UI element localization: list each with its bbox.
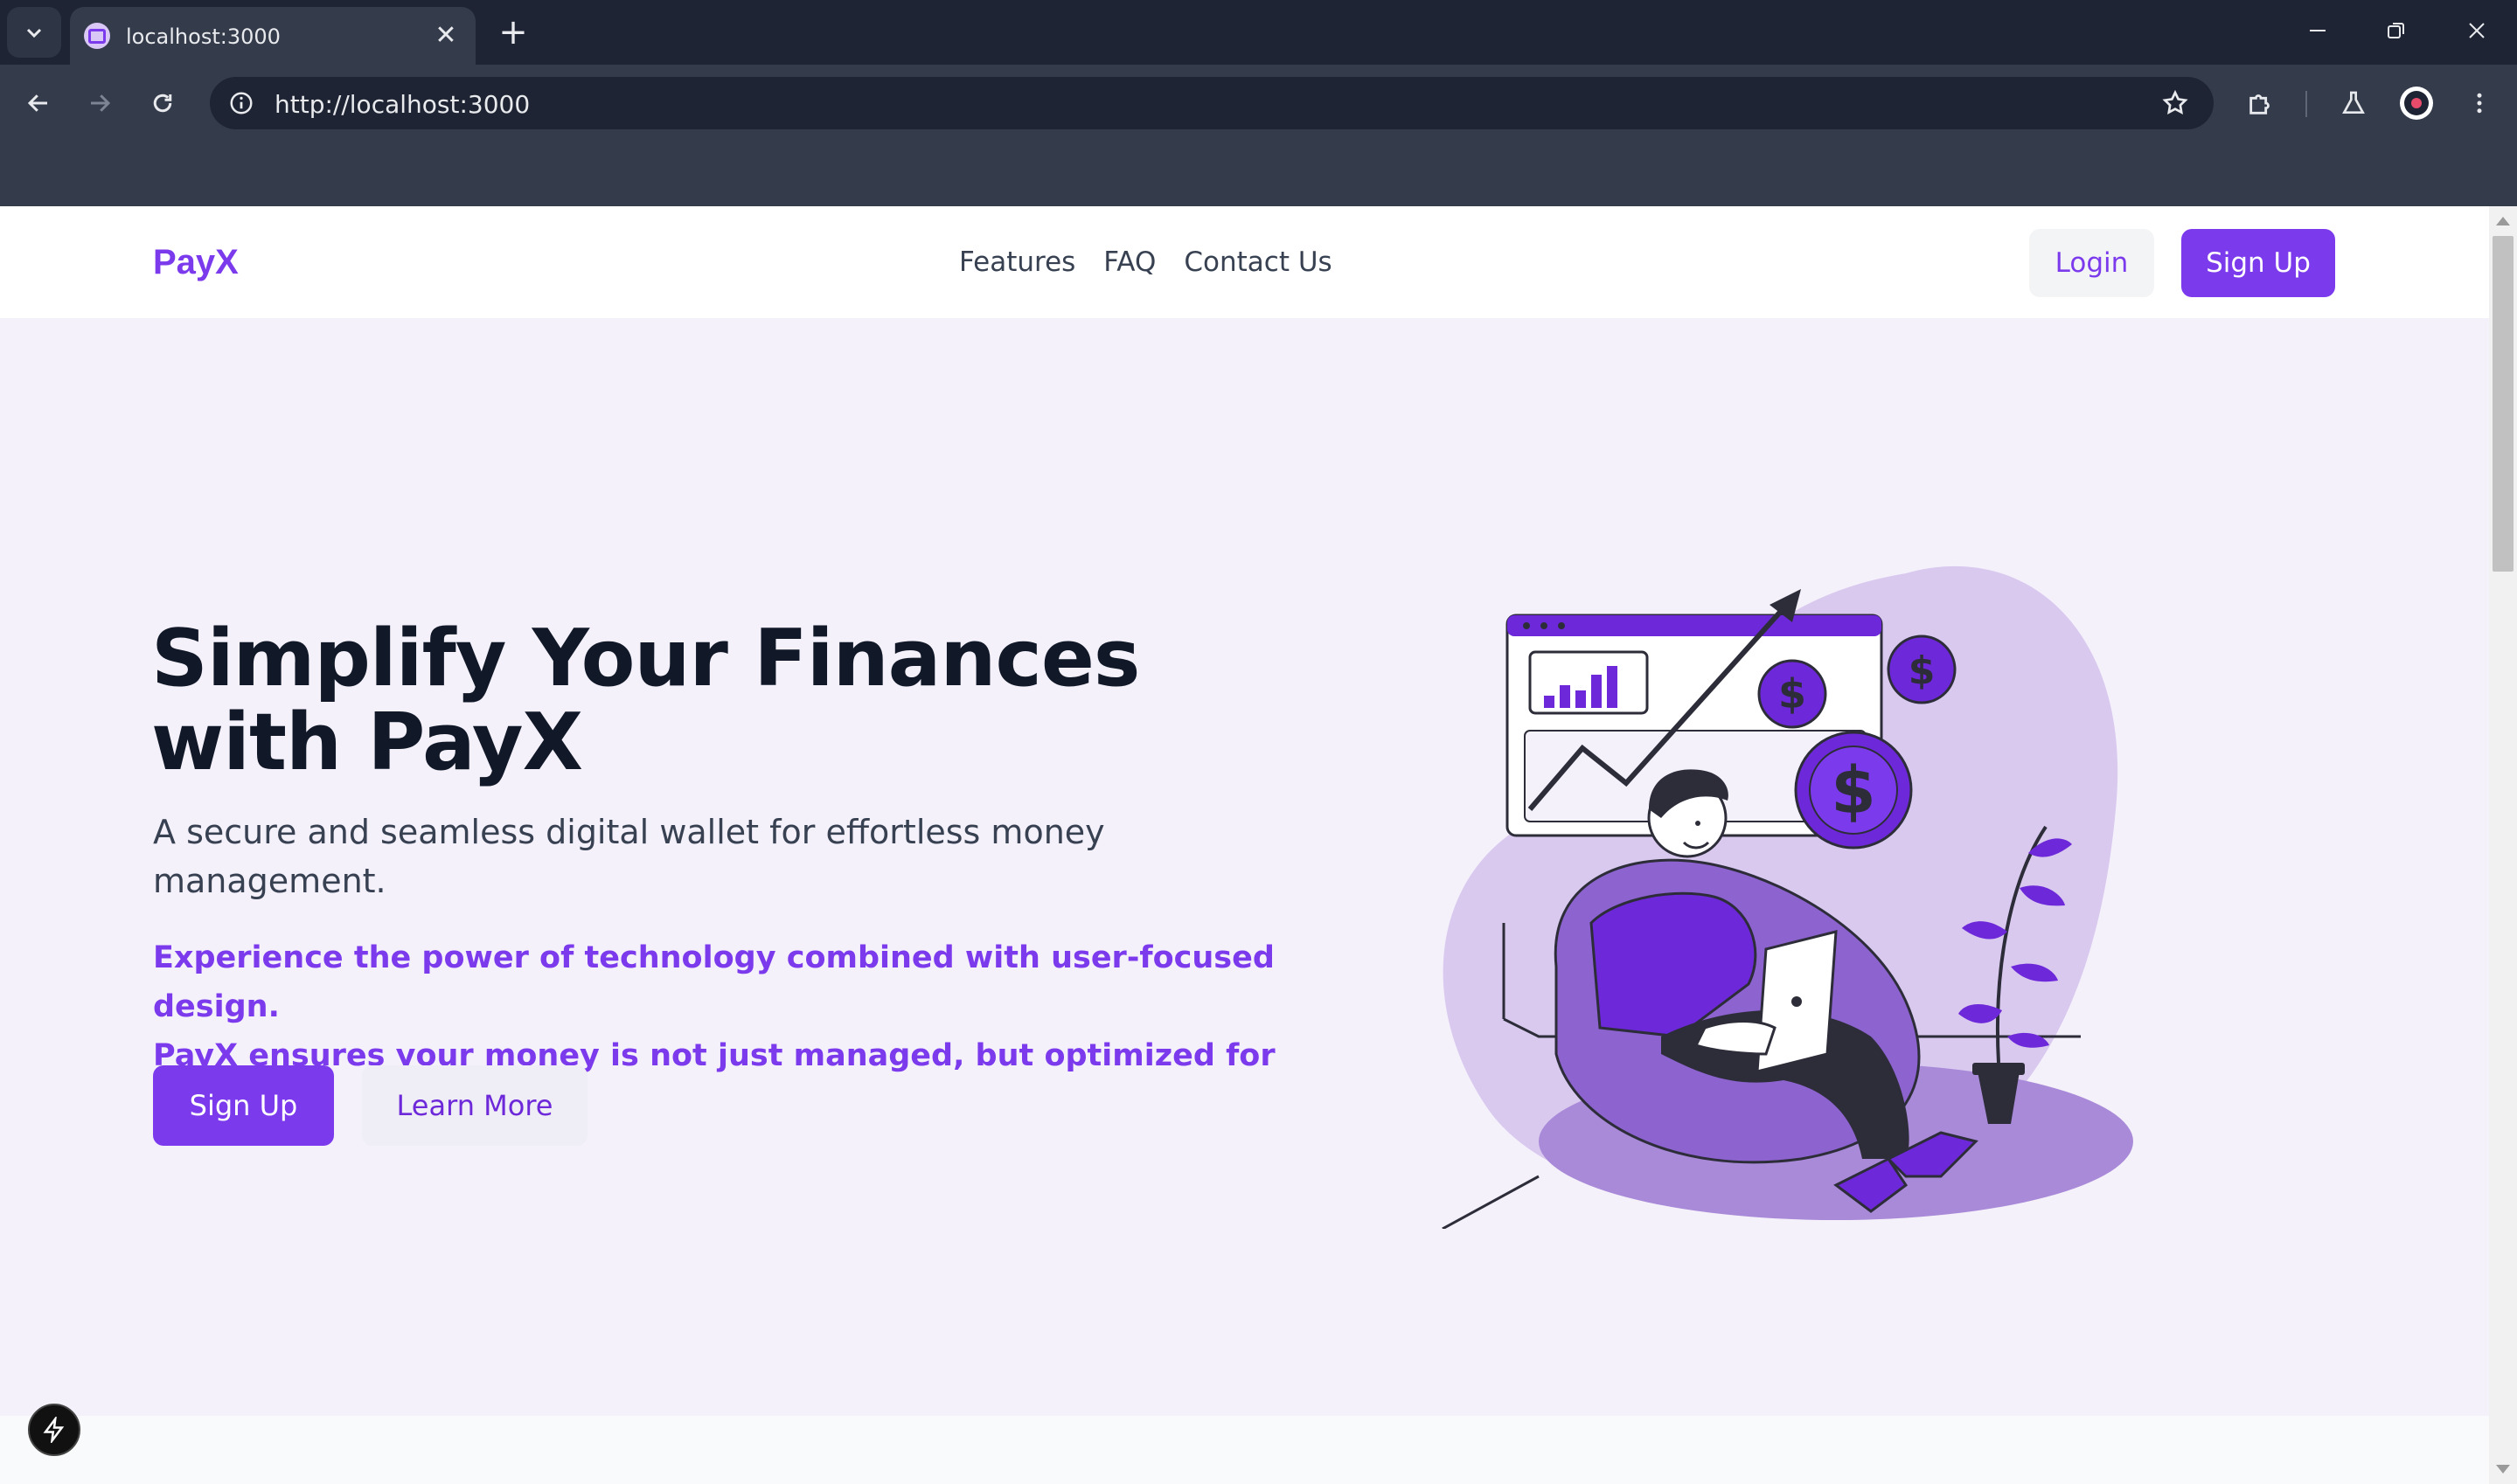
back-arrow-icon bbox=[27, 94, 47, 112]
hero-title-line2: with PayX bbox=[151, 697, 583, 788]
site-logo[interactable]: PayX bbox=[153, 243, 239, 282]
nav-link-contact[interactable]: Contact Us bbox=[1184, 246, 1332, 278]
lightning-icon bbox=[43, 1417, 65, 1443]
url-text[interactable]: http://localhost:3000 bbox=[275, 90, 530, 119]
toolbar-divider bbox=[2305, 91, 2307, 117]
close-icon bbox=[2469, 23, 2485, 38]
restore-icon bbox=[2388, 23, 2404, 38]
header-signup-button[interactable]: Sign Up bbox=[2181, 229, 2335, 297]
close-window-button[interactable] bbox=[2446, 7, 2507, 54]
tab-title: localhost:3000 bbox=[126, 24, 281, 49]
minimize-button[interactable] bbox=[2287, 7, 2348, 54]
browser-chrome: localhost:3000 ✕ + http://localhost:3000 bbox=[0, 0, 2517, 206]
hero-description-line1: Experience the power of technology combi… bbox=[153, 940, 1275, 1024]
tab-strip: localhost:3000 ✕ + bbox=[0, 0, 2517, 65]
coin-small: $ bbox=[1887, 635, 1957, 704]
new-tab-button[interactable]: + bbox=[490, 9, 537, 56]
star-icon bbox=[2162, 89, 2188, 114]
nav-link-faq[interactable]: FAQ bbox=[1103, 246, 1156, 278]
coin-large: $ bbox=[1794, 731, 1913, 849]
site-info-button[interactable] bbox=[222, 84, 261, 122]
chevron-down-icon bbox=[26, 28, 42, 38]
browser-menu-button[interactable] bbox=[2457, 80, 2502, 126]
hero-subtitle: A secure and seamless digital wallet for… bbox=[153, 813, 1105, 900]
svg-text:$: $ bbox=[1909, 648, 1936, 693]
main-nav: Features FAQ Contact Us bbox=[959, 246, 1332, 278]
dev-tools-badge[interactable] bbox=[28, 1404, 80, 1456]
browser-tab[interactable]: localhost:3000 ✕ bbox=[70, 7, 476, 65]
flask-icon bbox=[2342, 91, 2365, 114]
bookmarks-bar bbox=[0, 142, 2517, 206]
bookmark-button[interactable] bbox=[2156, 84, 2194, 122]
reload-button[interactable] bbox=[138, 79, 187, 128]
page-viewport: PayX Features FAQ Contact Us Login Sign … bbox=[0, 206, 2489, 1484]
learn-more-button[interactable]: Learn More bbox=[362, 1065, 588, 1146]
puzzle-icon bbox=[2249, 94, 2270, 114]
hero-title-line1: Simplify Your Finances bbox=[151, 613, 1140, 704]
labs-button[interactable] bbox=[2331, 80, 2376, 126]
profile-button[interactable] bbox=[2394, 80, 2439, 126]
tab-list-button[interactable] bbox=[7, 7, 61, 58]
close-tab-button[interactable]: ✕ bbox=[428, 17, 463, 52]
extensions-button[interactable] bbox=[2238, 80, 2284, 126]
forward-arrow-icon bbox=[91, 94, 111, 112]
back-button[interactable] bbox=[14, 79, 63, 128]
close-icon: ✕ bbox=[435, 19, 457, 51]
app-favicon-icon bbox=[84, 23, 110, 49]
site-header: PayX Features FAQ Contact Us Login Sign … bbox=[0, 206, 2489, 318]
minimize-icon bbox=[2310, 30, 2326, 31]
hero-signup-button[interactable]: Sign Up bbox=[153, 1065, 334, 1146]
forward-button[interactable] bbox=[75, 79, 124, 128]
kebab-menu-icon bbox=[2477, 93, 2482, 114]
restore-button[interactable] bbox=[2366, 7, 2427, 54]
reload-icon bbox=[153, 94, 172, 113]
finance-growth-illustration: $ $ $ bbox=[1442, 565, 2133, 1229]
plus-icon: + bbox=[498, 12, 528, 52]
scroll-down-arrow-icon[interactable] bbox=[2496, 1465, 2510, 1474]
next-section bbox=[0, 1416, 2489, 1484]
profile-avatar-icon bbox=[2400, 87, 2433, 120]
hero-title: Simplify Your Finances with PayX bbox=[151, 617, 1288, 785]
browser-toolbar: http://localhost:3000 bbox=[0, 65, 2517, 142]
scrollbar-thumb[interactable] bbox=[2493, 236, 2514, 572]
scroll-up-arrow-icon[interactable] bbox=[2496, 217, 2510, 225]
address-bar[interactable]: http://localhost:3000 bbox=[210, 77, 2214, 129]
nav-link-features[interactable]: Features bbox=[959, 246, 1075, 278]
page-scrollbar[interactable] bbox=[2489, 206, 2517, 1484]
login-button[interactable]: Login bbox=[2029, 229, 2154, 297]
info-icon bbox=[230, 92, 253, 114]
svg-text:$: $ bbox=[1831, 753, 1876, 829]
svg-text:$: $ bbox=[1778, 670, 1806, 718]
